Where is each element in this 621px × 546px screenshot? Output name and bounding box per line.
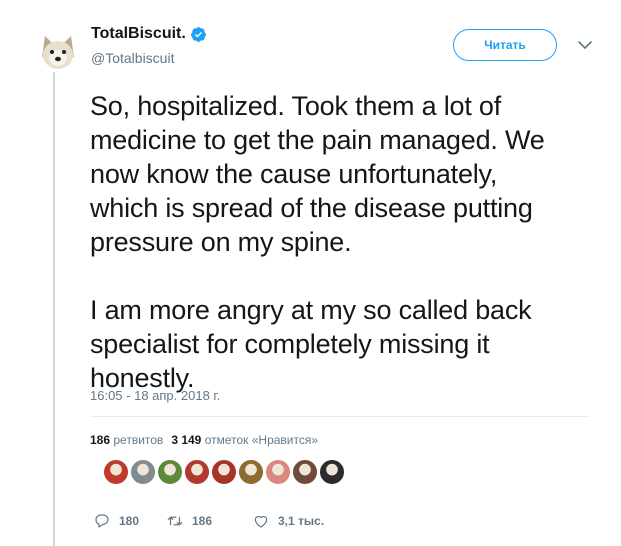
retweets-count: 186 [90, 433, 111, 447]
divider [90, 416, 590, 417]
reply-icon [95, 514, 109, 528]
tweet-actions: 180 186 3,1 тыс. [93, 511, 324, 531]
like-count: 3,1 тыс. [278, 514, 325, 528]
author-display-name[interactable]: TotalBiscuit. [91, 25, 186, 43]
tweet-text: So, hospitalized. Took them a lot of med… [90, 91, 545, 393]
liker-avatar[interactable] [184, 459, 210, 485]
liker-avatar[interactable] [157, 459, 183, 485]
author-handle[interactable]: @Totalbiscuit [91, 50, 174, 66]
chevron-down-icon[interactable] [577, 39, 593, 51]
liker-avatar[interactable] [211, 459, 237, 485]
liker-avatar[interactable] [103, 459, 129, 485]
likes-count: 3 149 [171, 433, 202, 447]
likes-label: отметок «Нравится» [204, 433, 319, 447]
avatar[interactable] [36, 28, 80, 72]
liker-avatar[interactable] [319, 459, 345, 485]
retweets-label: ретвитов [113, 433, 164, 447]
thread-line [53, 72, 55, 546]
liker-avatar[interactable] [238, 459, 264, 485]
verified-badge-icon [190, 26, 206, 42]
follow-button[interactable]: Читать [453, 29, 557, 61]
author-name-row[interactable]: TotalBiscuit. [91, 25, 207, 43]
liker-avatar[interactable] [292, 459, 318, 485]
reply-button[interactable]: 180 [93, 512, 166, 530]
like-button[interactable]: 3,1 тыс. [252, 512, 324, 530]
dog-avatar-icon [36, 28, 80, 72]
retweet-button[interactable]: 186 [166, 512, 252, 530]
liker-avatar[interactable] [265, 459, 291, 485]
tweet-stats: 186 ретвитов 3 149 отметок «Нравится» [90, 433, 318, 447]
liker-avatar[interactable] [130, 459, 156, 485]
liker-avatars [103, 459, 346, 485]
retweet-icon [167, 516, 183, 526]
heart-icon [254, 515, 268, 528]
retweets-stat[interactable]: 186 ретвитов [90, 433, 163, 447]
retweet-count: 186 [192, 514, 213, 528]
reply-count: 180 [119, 514, 140, 528]
likes-stat[interactable]: 3 149 отметок «Нравится» [171, 433, 318, 447]
tweet-timestamp[interactable]: 16:05 - 18 апр. 2018 г. [90, 388, 220, 403]
